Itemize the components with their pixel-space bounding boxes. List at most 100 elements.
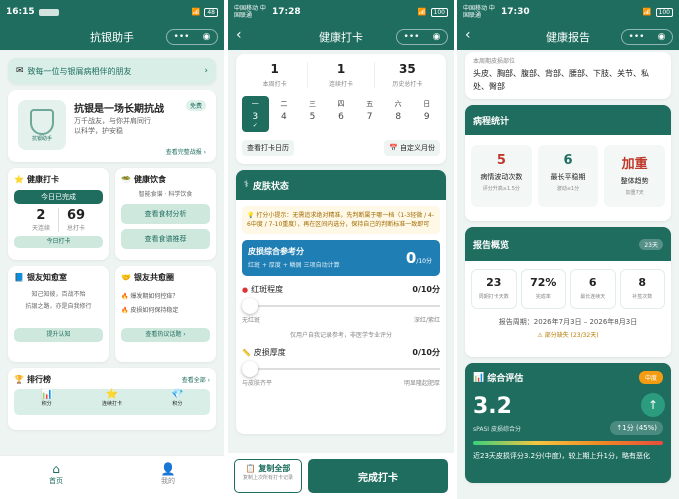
composite-score: 皮损综合参考分 红斑 + 厚度 + 鳞屑 三项自动计算 0/10分 [242, 240, 440, 276]
topic-1[interactable]: 🔥 爆发期如何控痒？ [121, 291, 210, 300]
status-bar: 中国移动 中国联通 17:30 📶 100 [457, 0, 679, 24]
course-stat: 5 病情波动次数 评分升高≥1.5分 [471, 145, 532, 207]
total-label: 总打卡 [66, 225, 85, 232]
knowledge-title: 银友知愈室 [26, 273, 67, 282]
score-subtitle: 红斑 + 厚度 + 鳞屑 三项自动计算 [248, 262, 340, 269]
erythema-thumb[interactable] [242, 298, 258, 314]
stat-value: 35 [398, 62, 416, 76]
close-icon[interactable]: ◉ [658, 32, 666, 42]
more-icon[interactable]: ••• [629, 32, 645, 42]
ranking-card: 🏆 排行榜 查看全部 › 📊 积分 ⭐ 连续打卡 💎 积分 [8, 368, 216, 430]
overview-stat: 72% 完成率 [520, 269, 566, 309]
rank-all-link[interactable]: 查看全部 › [182, 375, 210, 384]
scroll-top-button[interactable]: ↑ [641, 393, 665, 417]
community-title: 银友共愈圈 [133, 273, 174, 282]
checkin-button[interactable]: 今日打卡 [14, 236, 103, 248]
report-period: 报告周期：2026年7月3日 – 2026年8月3日 [498, 318, 638, 326]
parts-heading: 本周期皮损部位 [473, 58, 516, 65]
checkin-card: ⭐ 健康打卡 今日已完成 2 天连续 69 总打卡 今日打卡 [8, 168, 109, 260]
topic-2[interactable]: 🔥 皮损如何保持稳定 [121, 305, 210, 314]
phone-home: 16:15 📶 48 抗银助手 ••• ◉ ✉ 致每一位与银屑病相伴的朋友 › 抗… [0, 0, 224, 499]
check-icon: ✓ [252, 122, 258, 129]
day-cell[interactable]: 三5 [299, 96, 326, 132]
full-report-link[interactable]: 查看完整战报 › [166, 147, 206, 156]
page-title: 抗银助手 [90, 31, 134, 44]
day-cell[interactable]: 日9 [413, 96, 440, 132]
lesion-parts-card: 本周期皮损部位 头皮、胸部、腹部、背部、腰部、下肢、关节、私处、臀部 [465, 52, 671, 99]
eval-card: 📊 综合评估 中度 3.2 sPASI 皮损综合分 ↑1分 (45%) 近23天皮损评… [465, 363, 671, 483]
trophy-icon: 🏆 [14, 375, 24, 384]
capsule-menu[interactable]: ••• ◉ [166, 29, 218, 45]
stat-value: 1 [336, 62, 346, 76]
day-cell[interactable]: 六8 [385, 96, 412, 132]
tab-home[interactable]: ⌂ 首页 [0, 456, 112, 499]
stat-item: 1 连续打卡 [308, 62, 375, 88]
nav-bar: ‹ 健康报告 ••• ◉ [457, 24, 679, 50]
rank-tab-points-2[interactable]: 💎 积分 [145, 389, 210, 415]
rank-tab-streak[interactable]: ⭐ 连续打卡 [79, 389, 144, 415]
day-cell[interactable]: 五7 [356, 96, 383, 132]
thickness-thumb[interactable] [242, 361, 258, 377]
day-cell[interactable]: 二4 [271, 96, 298, 132]
done-badge: 今日已完成 [14, 190, 103, 204]
overview-stat: 23 周期打卡天数 [471, 269, 517, 309]
erythema-slider: ● 红斑程度 0/10分 无红斑 深红/紫红 [242, 284, 440, 324]
capsule-menu[interactable]: ••• ◉ [621, 29, 673, 45]
hero-card: 抗银助手 抗银是一场长期抗战 免费 万千战友，与你并肩同行 以科学，护安稳 查看… [8, 90, 216, 162]
eval-score: 3.2 [473, 394, 512, 419]
ingredient-analysis-button[interactable]: 查看食材分析 [121, 204, 210, 224]
erythema-track[interactable] [242, 297, 440, 315]
rank-tab-points[interactable]: 📊 积分 [14, 389, 79, 415]
thickness-low: 与皮肤齐平 [242, 380, 273, 387]
erythema-value: 0/10分 [412, 285, 440, 294]
book-icon: 📘 [14, 273, 24, 282]
close-icon[interactable]: ◉ [203, 32, 211, 42]
skin-status-card: ⚕ 皮肤状态 💡 打分小提示：无需追求绝对精准，先判断属于哪一档（1-3轻微 / … [236, 170, 446, 434]
checkin-title: 健康打卡 [26, 175, 59, 184]
thickness-high: 明显隆起肥厚 [403, 380, 440, 387]
score-value: 0 [405, 249, 417, 267]
signal-icon: 📶 [417, 8, 427, 16]
erythema-high: 深红/紫红 [413, 317, 440, 324]
knowledge-button[interactable]: 提升认知 [14, 328, 103, 342]
more-icon[interactable]: ••• [404, 32, 420, 42]
more-icon[interactable]: ••• [174, 32, 190, 42]
eval-subtitle: sPASI 皮损综合分 [473, 425, 521, 433]
cycle-button[interactable]: 📅 自定义月份 [384, 140, 440, 156]
thickness-track[interactable] [242, 360, 440, 378]
days-badge: 23天 [639, 238, 663, 250]
back-icon[interactable]: ‹ [236, 27, 242, 43]
streak-label: 天连续 [31, 225, 50, 232]
phone-checkin: 中国移动 中国联通 17:28 📶 100 ‹ 健康打卡 ••• ◉ 1 本周打卡 1… [228, 0, 454, 499]
stat-label: 历史总打卡 [392, 81, 423, 88]
recipe-button[interactable]: 查看食谱推荐 [121, 229, 210, 249]
back-icon[interactable]: ‹ [465, 27, 471, 43]
day-cell[interactable]: 一 3 ✓ [242, 96, 269, 132]
score-title: 皮损综合参考分 [248, 247, 304, 256]
erythema-title: 红斑程度 [251, 285, 284, 294]
hot-topics-button[interactable]: 查看热议话题 › [121, 328, 210, 342]
signal-icon: 📶 [642, 8, 652, 16]
copy-all-button[interactable]: 📋 复制全部 复制上次所有打卡记录 [234, 459, 302, 493]
welcome-banner[interactable]: ✉ 致每一位与银屑病相伴的朋友 › [8, 58, 216, 84]
total-count: 69 [66, 208, 86, 223]
knowledge-line-2: 抗银之路，亦是自我修行 [25, 303, 92, 310]
skin-title: 皮肤状态 [252, 181, 289, 192]
close-icon[interactable]: ◉ [433, 32, 441, 42]
eval-title: 综合评估 [487, 374, 524, 384]
signal-icon: 📶 [191, 8, 201, 16]
thickness-title: 皮损厚度 [253, 348, 286, 357]
skin-header: ⚕ 皮肤状态 [236, 170, 446, 200]
capsule-menu[interactable]: ••• ◉ [396, 29, 448, 45]
tab-me[interactable]: 👤 我的 [112, 456, 224, 499]
carrier: 中国移动 中国联通 [463, 5, 495, 19]
chevron-right-icon: › [204, 66, 208, 76]
day-cell[interactable]: 四6 [328, 96, 355, 132]
course-stat: 加重 整体趋势 加重7天 [604, 145, 666, 207]
submit-checkin-button[interactable]: 完成打卡 [308, 459, 448, 493]
home-icon: ⌂ [52, 462, 60, 476]
knowledge-card: 📘 银友知愈室 知己知彼，百战不殆 抗银之路，亦是自我修行 提升认知 [8, 266, 109, 362]
calendar-button[interactable]: 查看打卡日历 [242, 140, 294, 156]
nav-bar: 抗银助手 ••• ◉ [0, 24, 224, 50]
clock: 16:15 [6, 7, 35, 17]
